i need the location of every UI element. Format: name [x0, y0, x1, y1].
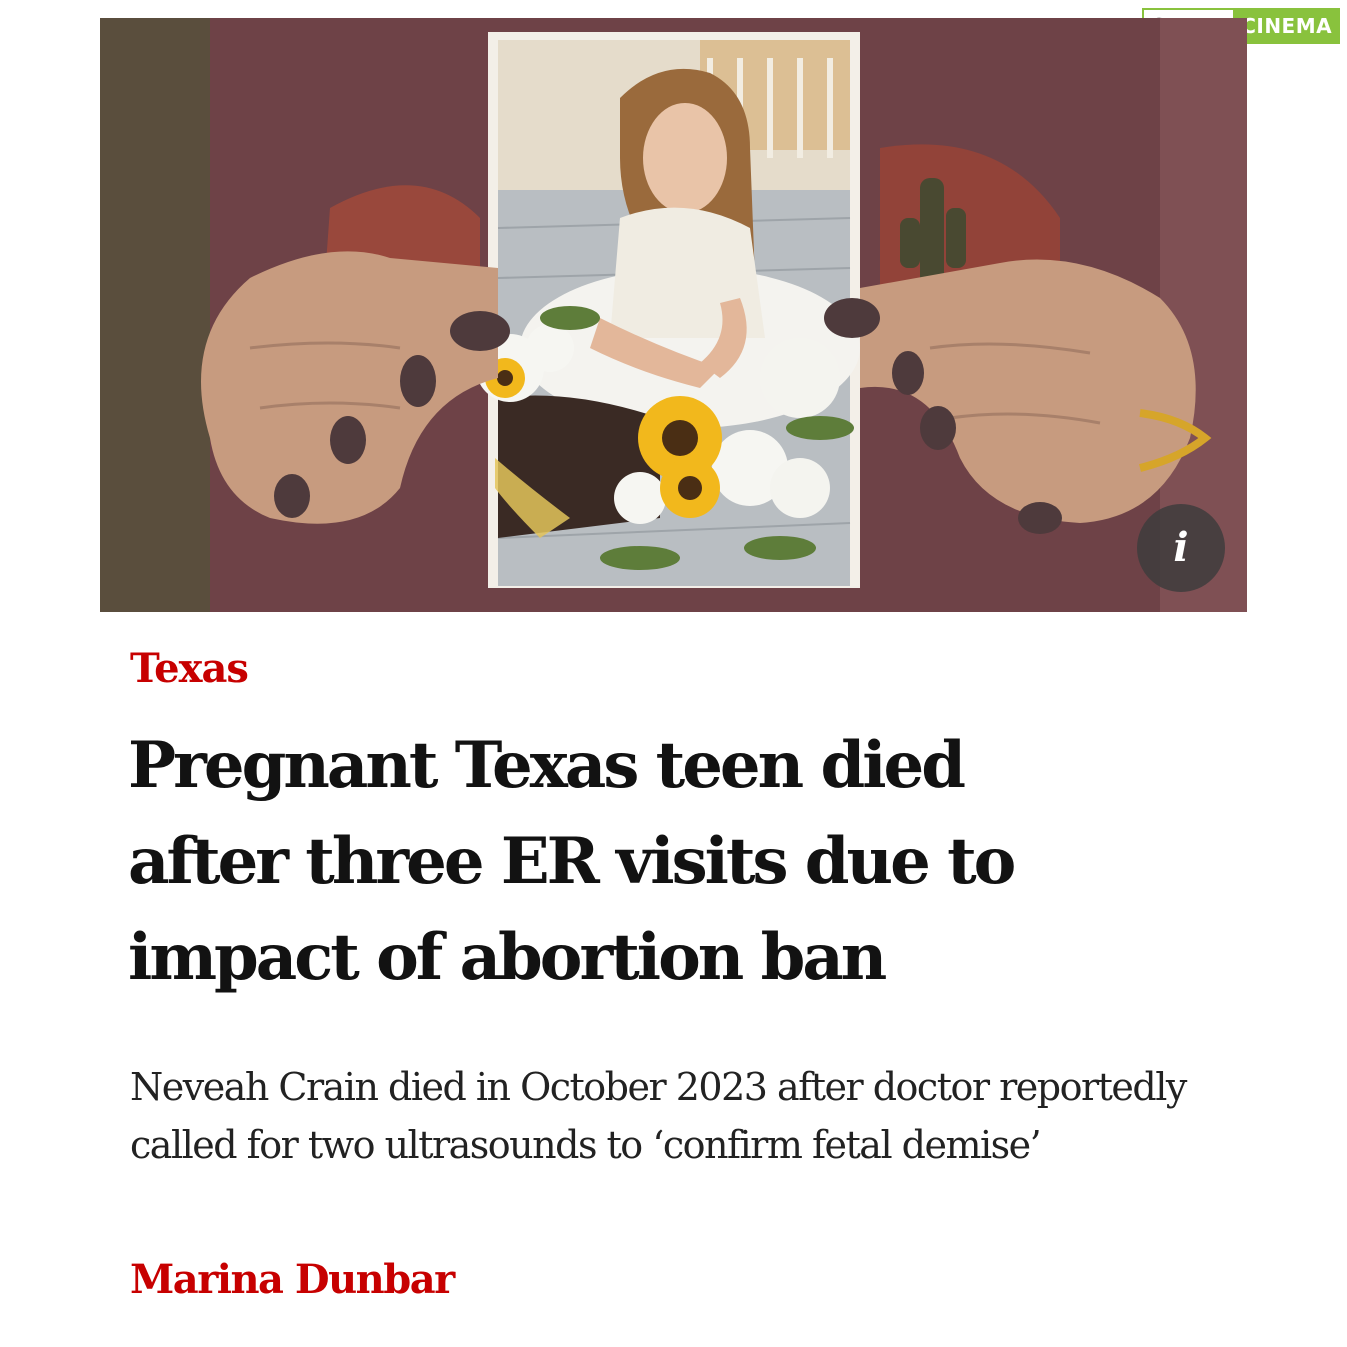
article-standfirst: Neveah Crain died in October 2023 after …: [130, 1065, 1187, 1167]
article-headline: Pregnant Texas teen died after three ER …: [128, 728, 1016, 995]
author-byline[interactable]: Marina Dunbar: [130, 1256, 455, 1304]
hero-photo: i: [100, 18, 1247, 612]
section-label[interactable]: Texas: [130, 645, 249, 693]
image-info-button[interactable]: i: [1137, 504, 1225, 592]
hero-photo-illustration: [100, 18, 1247, 612]
watermark-text-right: CINEMA: [1233, 8, 1341, 44]
info-icon: i: [1173, 524, 1189, 571]
